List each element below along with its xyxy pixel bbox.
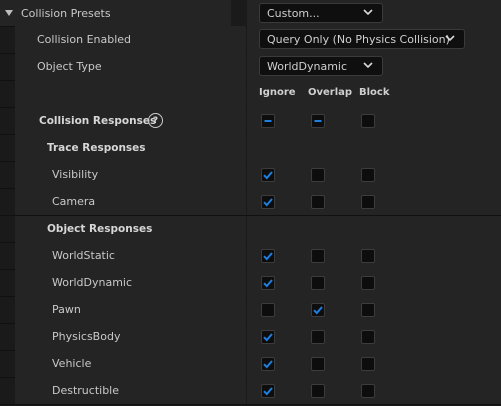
- object-response-ignore-checkbox[interactable]: [261, 249, 275, 263]
- column-ignore-header: Ignore: [259, 87, 296, 98]
- object-response-block-checkbox[interactable]: [361, 249, 375, 263]
- checkmark-icon: [263, 279, 273, 288]
- object-response-overlap-checkbox[interactable]: [311, 384, 325, 398]
- minus-icon: [314, 120, 322, 122]
- collision-presets-value: Custom...: [267, 6, 320, 20]
- column-header-row: Ignore Overlap Block: [0, 80, 501, 108]
- trace-response-ignore-checkbox[interactable]: [261, 168, 275, 182]
- object-response-block-checkbox[interactable]: [361, 357, 375, 371]
- collision-responses-ignore-checkbox[interactable]: [261, 114, 275, 128]
- object-responses-header-row: Object Responses: [0, 215, 501, 243]
- object-response-ignore-checkbox[interactable]: [261, 276, 275, 290]
- object-response-overlap-checkbox[interactable]: [311, 249, 325, 263]
- object-response-block-checkbox[interactable]: [361, 276, 375, 290]
- chevron-down-icon: [363, 9, 373, 16]
- collision-enabled-label: Collision Enabled: [37, 33, 132, 46]
- collision-presets-label: Collision Presets: [21, 6, 111, 20]
- object-response-row: PhysicsBody: [0, 323, 501, 351]
- object-response-ignore-checkbox[interactable]: [261, 303, 275, 317]
- object-response-label: Vehicle: [52, 357, 92, 370]
- minus-icon: [264, 120, 272, 122]
- checkmark-icon: [263, 252, 273, 261]
- trace-responses-header-row: Trace Responses: [0, 134, 501, 162]
- object-response-row: Pawn: [0, 296, 501, 324]
- column-overlap-header: Overlap: [308, 87, 353, 98]
- trace-response-ignore-checkbox[interactable]: [261, 195, 275, 209]
- column-block-header: Block: [359, 87, 390, 98]
- collision-presets-dropdown[interactable]: Custom...: [259, 3, 383, 23]
- object-response-row: WorldDynamic: [0, 269, 501, 297]
- object-responses-header: Object Responses: [47, 222, 153, 235]
- object-response-label: WorldStatic: [52, 249, 115, 262]
- trace-response-row: Camera: [0, 188, 501, 216]
- object-response-label: Destructible: [52, 384, 119, 397]
- object-type-label: Object Type: [37, 60, 102, 73]
- trace-response-overlap-checkbox[interactable]: [311, 195, 325, 209]
- collision-responses-block-checkbox[interactable]: [361, 114, 375, 128]
- trace-response-label: Camera: [52, 195, 96, 208]
- object-response-overlap-checkbox[interactable]: [311, 303, 325, 317]
- checkmark-icon: [263, 387, 273, 396]
- object-type-value: WorldDynamic: [267, 59, 348, 73]
- question-circle-icon[interactable]: ?: [148, 113, 163, 128]
- object-response-overlap-checkbox[interactable]: [311, 357, 325, 371]
- trace-response-overlap-checkbox[interactable]: [311, 168, 325, 182]
- object-response-row: Destructible: [0, 377, 501, 405]
- object-type-dropdown[interactable]: WorldDynamic: [259, 56, 383, 76]
- collision-responses-label: Collision Responses: [39, 114, 157, 127]
- object-response-row: Vehicle: [0, 350, 501, 378]
- trace-response-label: Visibility: [52, 168, 99, 181]
- object-type-row: Object Type WorldDynamic: [0, 53, 501, 81]
- object-response-overlap-checkbox[interactable]: [311, 276, 325, 290]
- checkmark-icon: [263, 360, 273, 369]
- object-response-label: WorldDynamic: [52, 276, 133, 289]
- trace-responses-header: Trace Responses: [47, 141, 146, 154]
- object-response-ignore-checkbox[interactable]: [261, 330, 275, 344]
- object-response-label: Pawn: [52, 303, 81, 316]
- collision-enabled-dropdown[interactable]: Query Only (No Physics Collision): [259, 29, 465, 49]
- checkmark-icon: [263, 171, 273, 180]
- object-response-block-checkbox[interactable]: [361, 384, 375, 398]
- collision-responses-row: Collision Responses ?: [0, 107, 501, 135]
- object-response-label: PhysicsBody: [52, 330, 121, 343]
- object-response-overlap-checkbox[interactable]: [311, 330, 325, 344]
- collision-enabled-value: Query Only (No Physics Collision): [267, 32, 450, 46]
- chevron-down-icon: [445, 35, 455, 42]
- collision-responses-overlap-checkbox[interactable]: [311, 114, 325, 128]
- object-response-ignore-checkbox[interactable]: [261, 357, 275, 371]
- checkmark-icon: [313, 306, 323, 315]
- collision-presets-row: Collision Presets Custom...: [0, 0, 501, 27]
- trace-response-row: Visibility: [0, 161, 501, 189]
- trace-response-block-checkbox[interactable]: [361, 195, 375, 209]
- checkmark-icon: [263, 333, 273, 342]
- expand-triangle-down-icon[interactable]: [5, 10, 13, 16]
- chevron-down-icon: [363, 62, 373, 69]
- collision-enabled-row: Collision Enabled Query Only (No Physics…: [0, 26, 501, 54]
- checkmark-icon: [263, 198, 273, 207]
- collision-panel: Collision Presets Custom... Collision En…: [0, 0, 501, 406]
- trace-response-block-checkbox[interactable]: [361, 168, 375, 182]
- object-response-block-checkbox[interactable]: [361, 330, 375, 344]
- object-response-block-checkbox[interactable]: [361, 303, 375, 317]
- object-response-ignore-checkbox[interactable]: [261, 384, 275, 398]
- object-response-row: WorldStatic: [0, 242, 501, 270]
